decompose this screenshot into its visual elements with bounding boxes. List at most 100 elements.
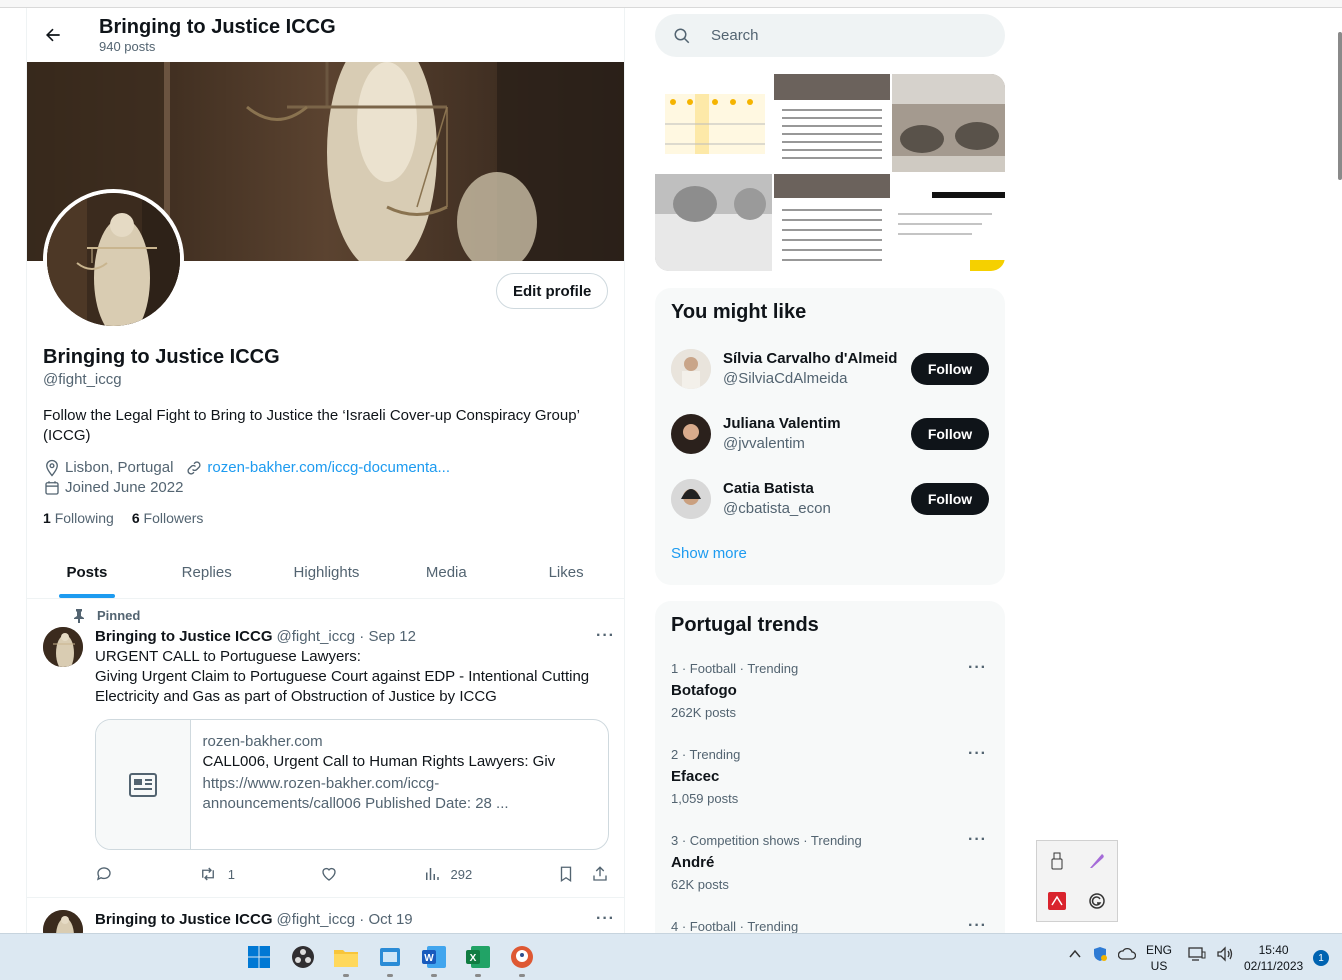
tab-media[interactable]: Media [386, 546, 506, 598]
retweet-icon [201, 867, 214, 881]
page-scrollbar[interactable] [1336, 8, 1342, 933]
avatar[interactable] [671, 413, 711, 454]
suggested-user[interactable]: Catia Batista @cbatista_econ Follow [655, 466, 1005, 531]
tab-likes[interactable]: Likes [506, 546, 624, 598]
system-clock[interactable]: 15:40 02/11/2023 [1244, 942, 1303, 974]
tab-replies[interactable]: Replies [147, 546, 267, 598]
profile-website-link[interactable]: rozen-bakher.com/iccg-documenta... [207, 458, 450, 478]
follow-button[interactable]: Follow [911, 352, 989, 385]
suggested-user[interactable]: Sílvia Carvalho d'Almeid @SilviaCdAlmeid… [655, 336, 1005, 401]
following-link[interactable]: 1 Following [43, 510, 114, 526]
profile-avatar[interactable] [43, 189, 184, 330]
shield-icon[interactable] [1092, 946, 1108, 962]
profile-meta: Lisbon, Portugal rozen-bakher.com/iccg-d… [43, 458, 613, 498]
taskbar-app[interactable] [377, 944, 403, 970]
link-icon [187, 461, 201, 475]
taskbar-word[interactable]: W [421, 944, 447, 970]
more-options-icon[interactable]: ··· [596, 627, 615, 645]
back-button[interactable] [41, 23, 65, 47]
followers-link[interactable]: 6 Followers [132, 510, 204, 526]
tweet-author-name[interactable]: Bringing to Justice ICCG [95, 627, 273, 647]
more-options-icon[interactable]: ··· [968, 917, 987, 933]
follow-button[interactable]: Follow [911, 417, 989, 450]
display-icon[interactable] [1188, 946, 1206, 962]
profile-info: Bringing to Justice ICCG @fight_iccg Fol… [43, 344, 613, 526]
duckduckgo-icon [511, 946, 533, 968]
trend-item[interactable]: 2 · Trending Efacec 1,059 posts ··· [655, 743, 1005, 829]
taskbar-obs[interactable] [290, 944, 316, 970]
search-input[interactable] [711, 27, 971, 44]
reply-button[interactable] [95, 865, 113, 883]
show-more-link[interactable]: Show more [655, 531, 1005, 578]
volume-icon[interactable] [1216, 946, 1234, 962]
taskbar-excel[interactable]: X [465, 944, 491, 970]
bookmark-button[interactable] [557, 865, 575, 883]
grammarly-icon[interactable] [1088, 892, 1106, 910]
header-post-count: 940 posts [99, 39, 156, 54]
usb-icon[interactable] [1049, 852, 1065, 870]
views-button[interactable]: 292 [423, 865, 472, 883]
media-thumbnail[interactable] [774, 74, 890, 172]
retweet-button[interactable]: 1 [198, 865, 235, 883]
profile-bio: Follow the Legal Fight to Bring to Justi… [43, 407, 580, 444]
pinned-label: Pinned [73, 608, 610, 623]
arrow-left-icon [46, 28, 60, 42]
pinned-tweet[interactable]: Pinned Bringing to Justice ICCG @fight_i… [27, 604, 624, 898]
avatar-image [43, 627, 83, 667]
trend-item[interactable]: 3 · Competition shows · Trending André 6… [655, 829, 1005, 915]
suggested-user-name: Juliana Valentim [723, 414, 841, 432]
search-box[interactable] [655, 14, 1005, 57]
retweet-count: 1 [227, 866, 235, 882]
pdf-app-icon[interactable] [1048, 892, 1066, 910]
profile-location: Lisbon, Portugal [43, 458, 173, 478]
trend-item[interactable]: 1 · Football · Trending Botafogo 262K po… [655, 657, 1005, 743]
tweet-author-handle[interactable]: @fight_iccg · Sep 12 [277, 627, 416, 647]
tweet-avatar[interactable] [43, 910, 83, 933]
input-language-indicator[interactable]: ENG US [1146, 942, 1172, 974]
edit-profile-button[interactable]: Edit profile [496, 273, 609, 309]
profile-website[interactable]: rozen-bakher.com/iccg-documenta... [185, 458, 450, 478]
tab-posts[interactable]: Posts [27, 546, 147, 598]
suggested-user[interactable]: Juliana Valentim @jvvalentim Follow [655, 401, 1005, 466]
taskbar-file-explorer[interactable] [333, 944, 359, 970]
more-options-icon[interactable]: ··· [968, 745, 987, 763]
start-button[interactable] [246, 944, 272, 970]
tweet-author-handle[interactable]: @fight_iccg · Oct 19 [277, 910, 413, 930]
taskbar-duckduckgo[interactable] [509, 944, 535, 970]
card-domain: rozen-bakher.com [202, 733, 323, 750]
avatar[interactable] [671, 478, 711, 519]
media-thumbnail[interactable] [892, 74, 1005, 172]
bookmark-icon [560, 866, 572, 883]
folder-icon [334, 950, 358, 967]
media-thumbnail[interactable] [655, 174, 772, 271]
link-card[interactable]: rozen-bakher.com CALL006, Urgent Call to… [95, 719, 609, 850]
tweet-avatar[interactable] [43, 627, 83, 667]
follow-button[interactable]: Follow [911, 482, 989, 515]
tweet-actions: 1 292 [95, 864, 609, 884]
notification-badge[interactable]: 1 [1313, 950, 1329, 966]
card-thumbnail [96, 720, 191, 849]
bar-chart-icon [425, 868, 439, 880]
cloud-icon[interactable] [1118, 947, 1136, 961]
more-options-icon[interactable]: ··· [596, 910, 615, 928]
tweet-author-name[interactable]: Bringing to Justice ICCG [95, 910, 273, 930]
media-thumbnail[interactable] [892, 174, 1005, 271]
scrollbar-thumb[interactable] [1338, 32, 1342, 180]
card-title: CALL006, Urgent Call to Human Rights Law… [202, 753, 556, 770]
avatar-image [43, 910, 83, 933]
share-button[interactable] [591, 865, 609, 883]
more-options-icon[interactable]: ··· [968, 659, 987, 677]
chevron-up-icon[interactable] [1068, 947, 1082, 961]
suggested-user-handle: @cbatista_econ [723, 499, 831, 517]
media-thumbnail[interactable] [655, 74, 772, 172]
media-thumbnail[interactable] [774, 174, 890, 271]
pen-icon[interactable] [1088, 852, 1106, 870]
tweet[interactable]: Bringing to Justice ICCG @fight_iccg · O… [27, 906, 624, 933]
suggested-user-handle: @jvvalentim [723, 434, 805, 452]
windows-icon [248, 946, 270, 968]
tab-highlights[interactable]: Highlights [267, 546, 387, 598]
avatar[interactable] [671, 348, 711, 389]
trend-item[interactable]: 4 · Football · Trending ··· [655, 915, 1005, 933]
like-button[interactable] [320, 865, 338, 883]
more-options-icon[interactable]: ··· [968, 831, 987, 849]
